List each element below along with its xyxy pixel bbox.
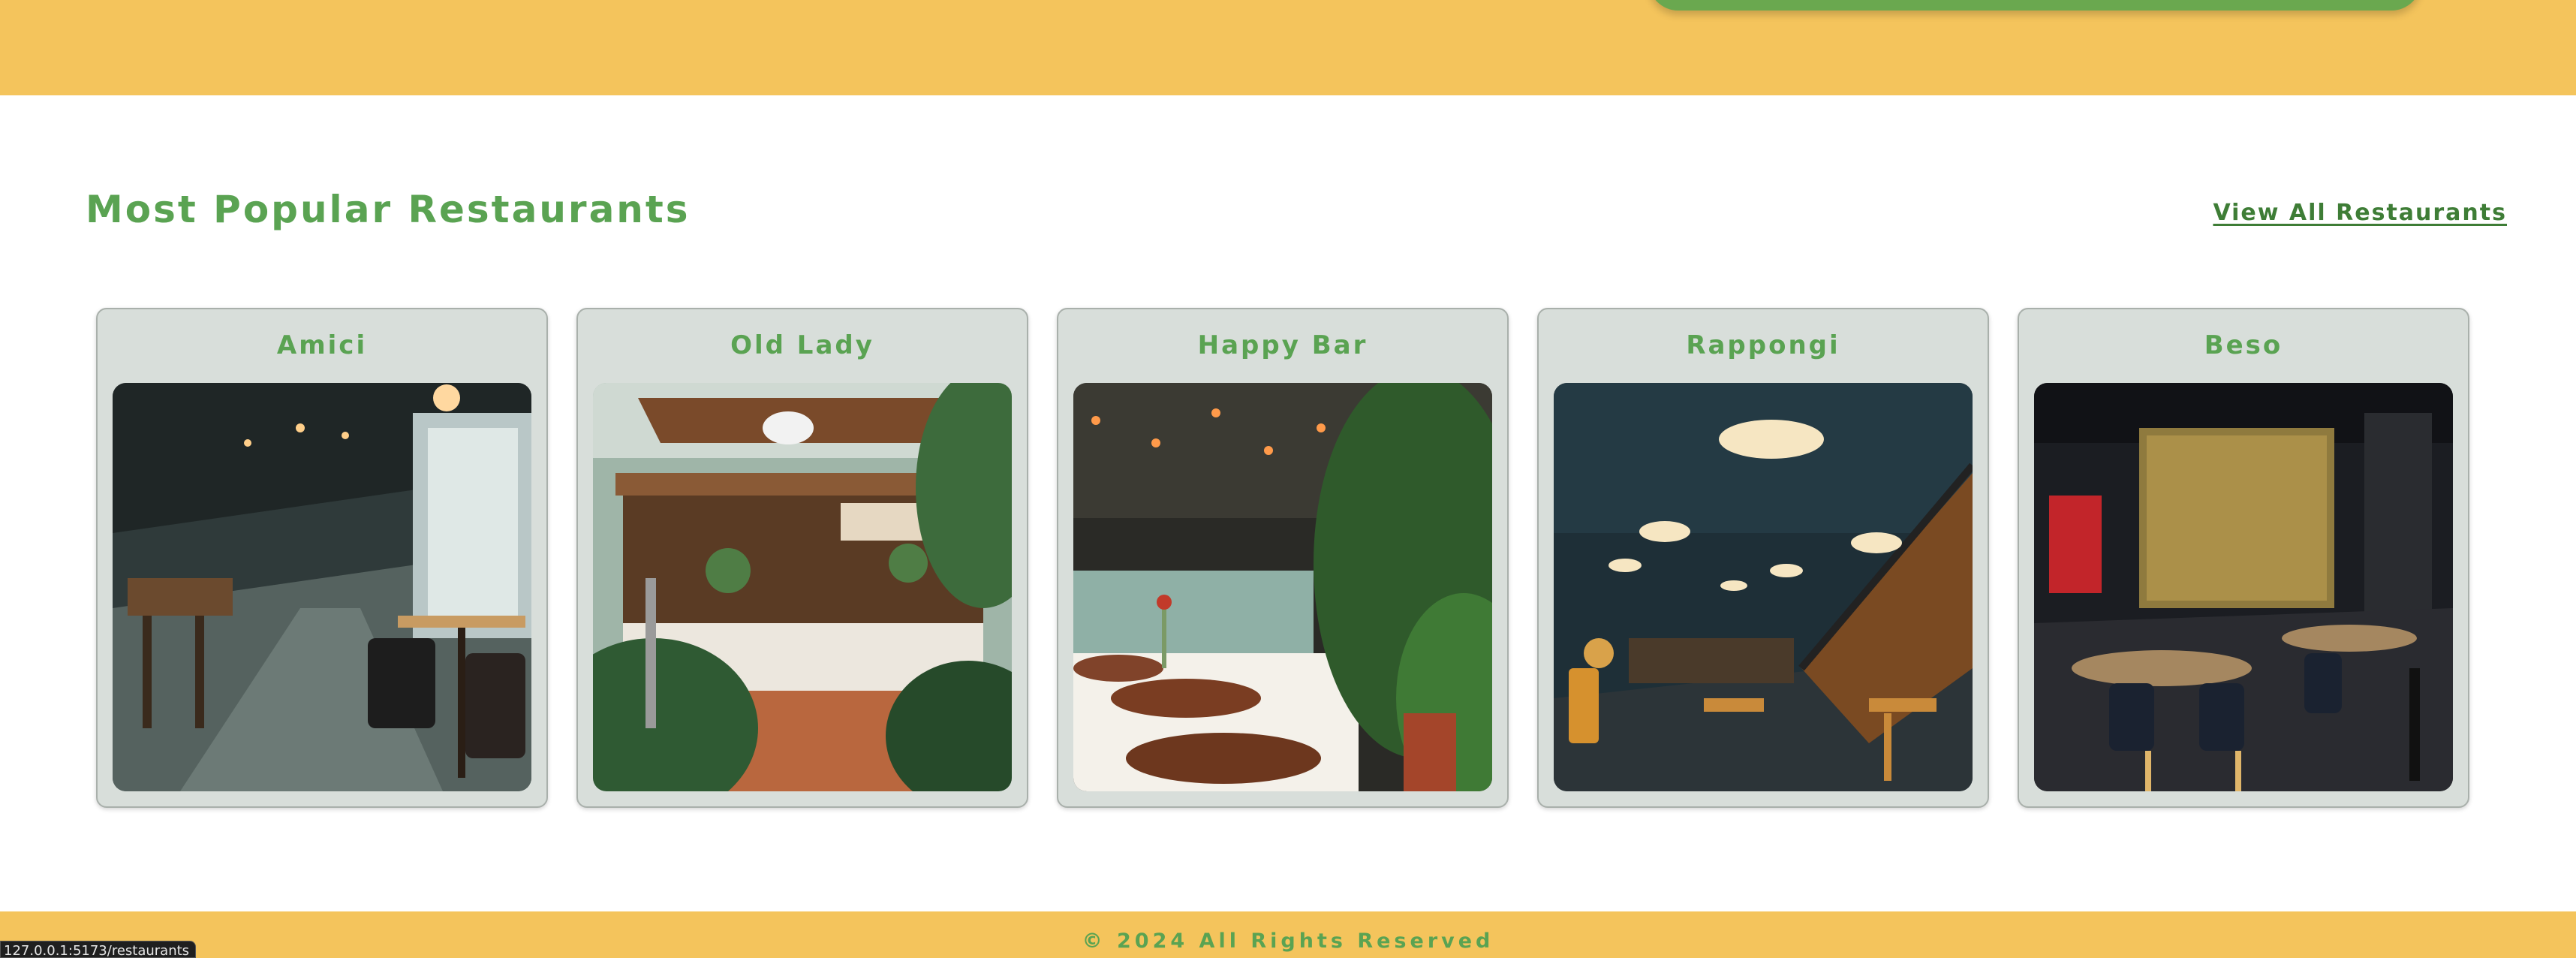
top-banner bbox=[0, 0, 2576, 95]
restaurant-photo[interactable] bbox=[113, 383, 531, 791]
view-all-restaurants-link[interactable]: View All Restaurants bbox=[2213, 200, 2507, 226]
restaurant-photo[interactable] bbox=[1073, 383, 1492, 791]
restaurant-photo[interactable] bbox=[2034, 383, 2453, 791]
restaurant-name: Beso bbox=[2204, 330, 2283, 360]
restaurants-page: Most Popular Restaurants View All Restau… bbox=[0, 0, 2576, 958]
copyright-text: © 2024 All Rights Reserved bbox=[1082, 929, 1494, 953]
restaurant-card[interactable]: Beso bbox=[2018, 308, 2469, 808]
restaurant-name: Amici bbox=[276, 330, 368, 360]
restaurant-name: Rappongi bbox=[1686, 330, 1840, 360]
footer: © 2024 All Rights Reserved bbox=[0, 911, 2576, 958]
restaurant-card[interactable]: Amici bbox=[96, 308, 548, 808]
restaurant-photo[interactable] bbox=[1554, 383, 1973, 791]
restaurant-name: Old Lady bbox=[730, 330, 874, 360]
status-bar-url: 127.0.0.1:5173/restaurants bbox=[0, 941, 197, 958]
section-title: Most Popular Restaurants bbox=[86, 188, 691, 231]
restaurant-name: Happy Bar bbox=[1197, 330, 1368, 360]
restaurant-card-list: Amici Old Lady Happy Bar Rappongi Beso bbox=[96, 308, 2469, 808]
search-panel-edge bbox=[1648, 0, 2421, 11]
restaurant-card[interactable]: Rappongi bbox=[1537, 308, 1989, 808]
restaurant-card[interactable]: Old Lady bbox=[576, 308, 1028, 808]
restaurant-card[interactable]: Happy Bar bbox=[1057, 308, 1509, 808]
restaurant-photo[interactable] bbox=[593, 383, 1012, 791]
